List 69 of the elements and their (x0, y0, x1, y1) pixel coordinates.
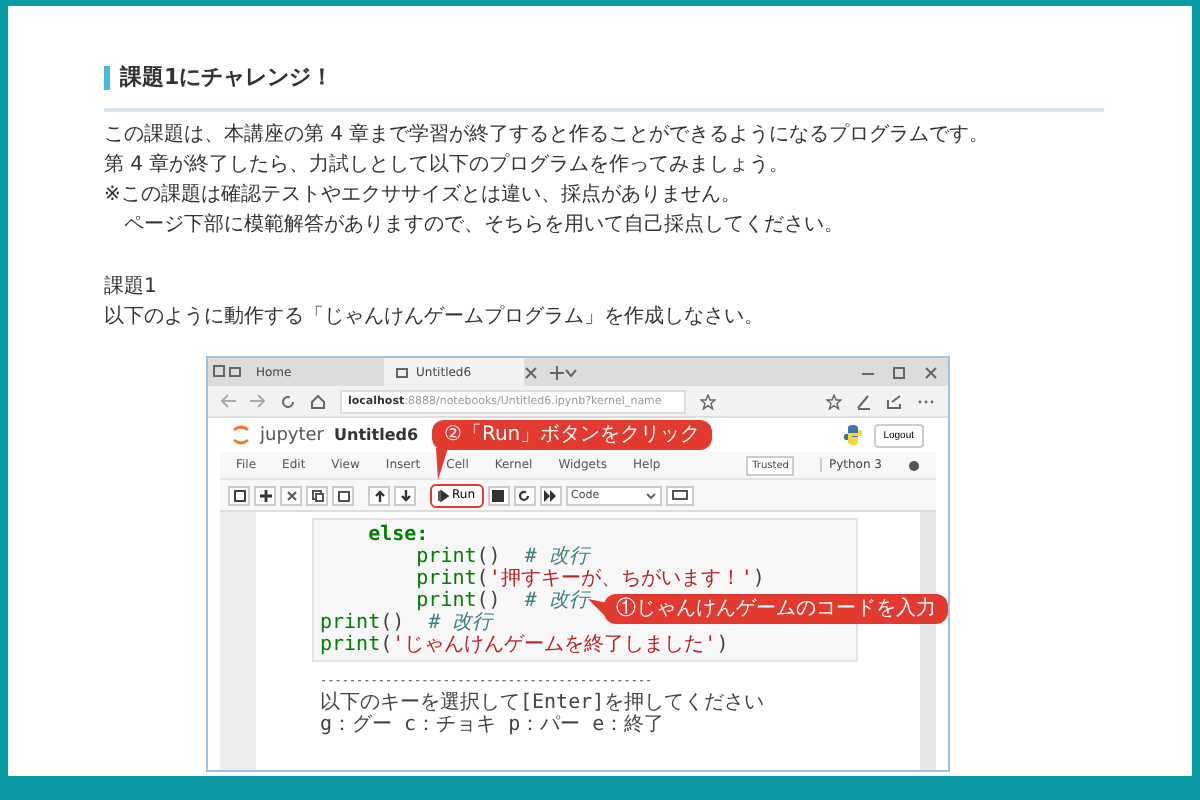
output-line: 以下のキーを選択して[Enter]を押してください (318, 692, 767, 714)
code-token: print (414, 546, 477, 568)
keyboard-button[interactable] (665, 485, 694, 505)
cut-button[interactable] (280, 485, 302, 505)
refresh-icon[interactable] (280, 393, 296, 409)
callout-pointer (434, 448, 448, 480)
code-token: # 改行 (524, 546, 589, 568)
code-token: ( (476, 568, 489, 590)
code-token: print (320, 634, 381, 656)
page-icon (396, 367, 408, 377)
restart-icon (518, 489, 531, 501)
restart-button[interactable] (513, 485, 536, 505)
save-icon (233, 489, 245, 501)
step-icon (438, 489, 450, 501)
task-text: 以下のように動作する「じゃんけんゲームプログラム」を作成しなさい。 (104, 303, 764, 332)
arrow-up-icon (373, 489, 385, 501)
kernel-status-icon[interactable] (908, 459, 920, 471)
move-up-button[interactable] (368, 485, 390, 505)
callout-pointer (588, 598, 608, 620)
code-token: 'じゃんけんゲームを終了しました' (392, 634, 717, 656)
plus-icon[interactable] (550, 365, 564, 379)
jupyter-logo-icon (232, 424, 250, 446)
code-token: () (380, 612, 407, 634)
code-token: print (320, 612, 381, 634)
code-token: ( (380, 634, 393, 656)
code-token: print (414, 590, 477, 612)
output-line: g：グー c：チョキ p：パー e：終了 (318, 714, 667, 736)
callout-bubble: ②「Run」ボタンをクリック (432, 420, 713, 450)
chevron-down-icon[interactable] (564, 365, 578, 379)
code-token: # 改行 (428, 612, 493, 634)
section-heading: 課題1にチャレンジ！ (104, 66, 1104, 90)
code-token: print (414, 568, 477, 590)
copy-button[interactable] (306, 485, 328, 505)
add-cell-button[interactable] (254, 485, 276, 505)
code-token: else: (366, 524, 429, 546)
python-logo-icon (841, 424, 864, 446)
chevron-down-icon (645, 491, 656, 499)
cross-icon (285, 489, 297, 501)
save-button[interactable] (228, 485, 250, 505)
intro-text: この課題は、本講座の第 4 章まで学習が終了すると作ることができるようになるプログラムです。 (104, 121, 990, 150)
home-icon[interactable] (310, 393, 326, 409)
notebook-title[interactable]: Untitled6 (334, 426, 419, 444)
intro-text: ※この課題は確認テストやエクササイズとは違い、採点がありません。 (104, 181, 741, 210)
code-token: '押すキーが、ちがいます！' (488, 568, 753, 590)
task-title: 課題1 (104, 273, 157, 302)
intro-text: ページ下部に模範解答がありますので、そちらを用いて自己採点してください。 (122, 211, 844, 240)
arrow-down-icon (399, 489, 411, 501)
share-icon[interactable] (886, 393, 902, 409)
paste-button[interactable] (332, 485, 354, 505)
more-icon[interactable] (916, 397, 936, 405)
code-token: # 改行 (524, 590, 589, 612)
move-down-button[interactable] (394, 485, 416, 505)
stop-button[interactable] (487, 485, 510, 505)
stop-icon (492, 489, 505, 501)
run-all-button[interactable] (539, 485, 562, 505)
code-token: () (476, 546, 503, 568)
close-icon[interactable] (524, 365, 538, 379)
code-token: ) (752, 568, 765, 590)
scrollbar[interactable] (920, 512, 936, 770)
code-token: ) (716, 634, 729, 656)
star-icon[interactable] (700, 393, 716, 409)
jupyter-wordmark: jupyter (260, 425, 325, 445)
keyboard-icon (671, 490, 688, 500)
tab-stack-icon[interactable] (208, 364, 244, 380)
fast-forward-icon (544, 489, 557, 501)
code-token: () (476, 590, 503, 612)
copy-icon (311, 489, 323, 501)
plus-icon (259, 489, 271, 501)
intro-text: 第 4 章が終了したら、力試しとして以下のプログラムを作ってみましょう。 (104, 151, 790, 180)
